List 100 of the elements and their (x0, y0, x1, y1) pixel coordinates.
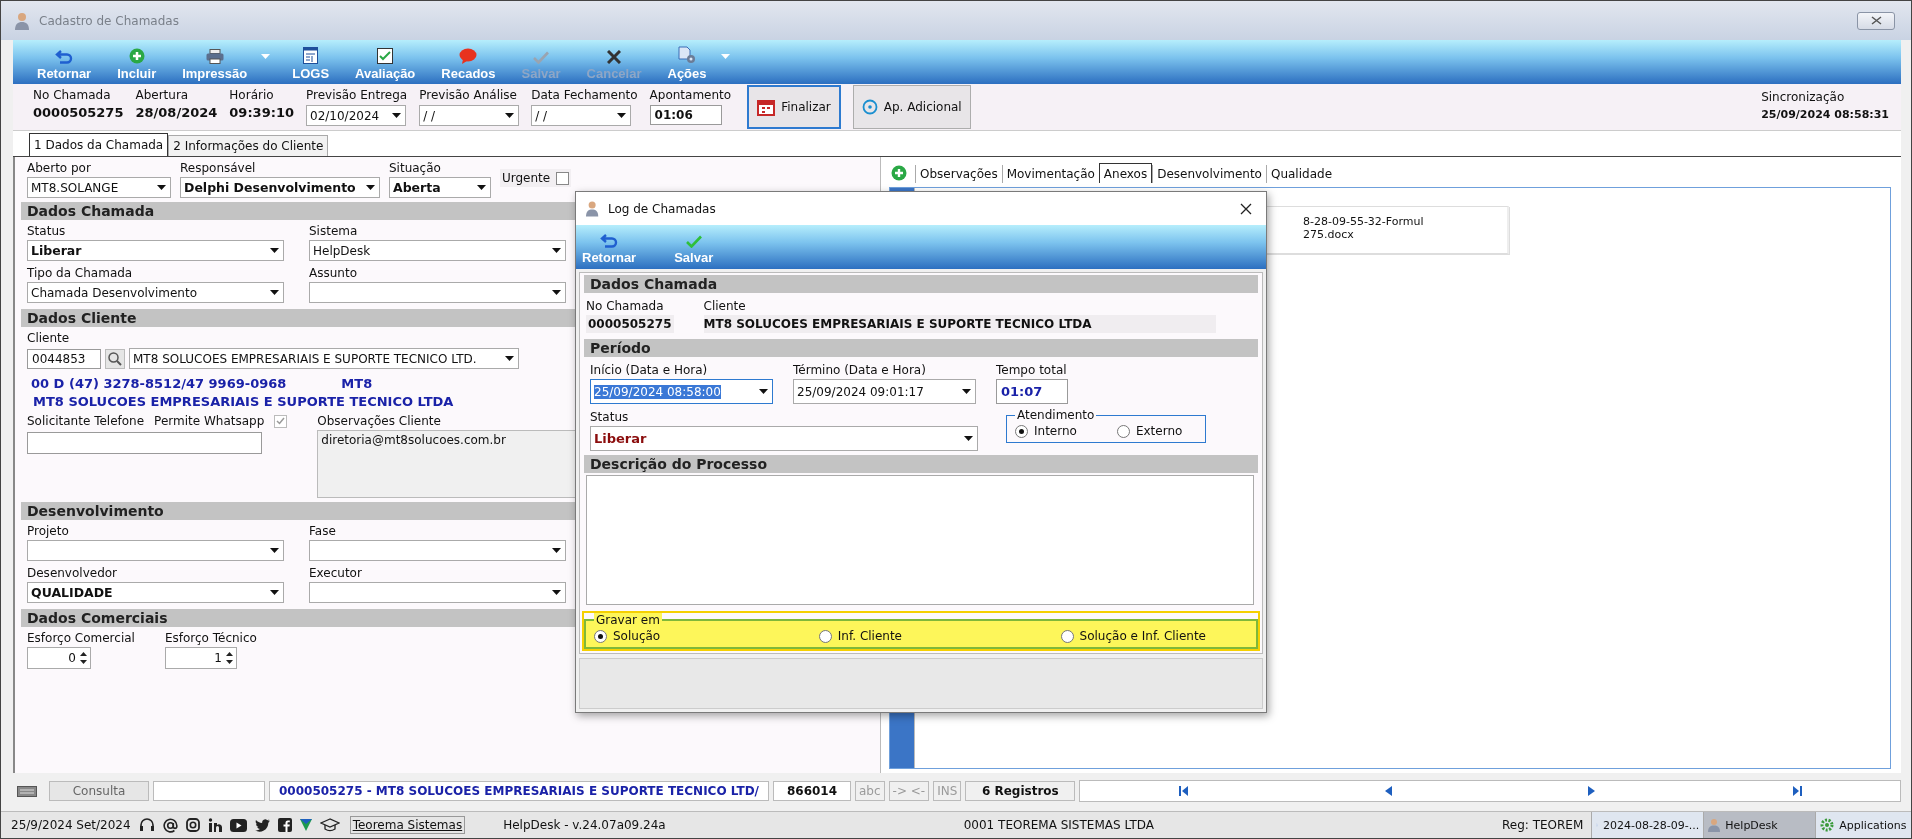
dropdown[interactable]: HelpDesk (309, 240, 566, 261)
printer-icon (205, 49, 224, 64)
status-indicator: INS (933, 781, 962, 801)
file-name: 275.docx (1303, 228, 1355, 241)
dropdown[interactable]: QUALIDADE (27, 582, 284, 603)
radio-button[interactable] (818, 629, 832, 643)
radio-option[interactable]: Interno (1015, 424, 1077, 438)
file-name: 8-28-09-55-32-Formul (1303, 215, 1425, 228)
caret-icon (505, 356, 514, 361)
dropdown[interactable]: MT8.SOLANGE (27, 177, 171, 198)
headset-icon[interactable] (138, 817, 155, 833)
tab[interactable]: 2 Informações do Cliente (168, 135, 329, 156)
section-header: Descrição do Processo (584, 455, 1258, 473)
close-icon (1240, 202, 1252, 215)
section-header: Período (584, 339, 1258, 357)
checkbox[interactable] (556, 171, 570, 185)
radio-option[interactable]: Solução (594, 629, 661, 643)
dropdown[interactable]: Aberta (389, 177, 491, 198)
bird-icon[interactable] (254, 818, 270, 832)
input-field[interactable]: 01:07 (996, 379, 1068, 404)
input-field[interactable] (27, 432, 262, 454)
search-icon (108, 351, 122, 366)
number-spinner[interactable]: 1 (164, 647, 237, 669)
field-label: Status (27, 224, 66, 238)
field-label: Urgente (502, 171, 551, 185)
field-label: Fase (309, 524, 336, 538)
camera-icon[interactable] (185, 818, 200, 832)
at-sign-icon[interactable] (162, 817, 178, 833)
radio-button[interactable] (1015, 424, 1028, 438)
search-button[interactable] (105, 348, 125, 369)
datetime-dropdown[interactable]: 25/09/2024 09:01:17 (793, 379, 976, 404)
dropdown[interactable]: Liberar (27, 240, 284, 261)
dropdown[interactable]: Liberar (590, 426, 978, 451)
status-indicator: abc (855, 781, 885, 801)
field-label: Situação (389, 161, 441, 175)
play-icon[interactable] (229, 818, 247, 832)
date-dropdown[interactable]: / / (531, 105, 632, 126)
user-icon (15, 11, 31, 30)
date-dropdown[interactable]: 02/10/2024 (306, 105, 406, 126)
radio-button[interactable] (1060, 629, 1074, 643)
caret-icon (505, 113, 515, 118)
first-icon (1178, 786, 1189, 796)
radio-button[interactable] (1116, 424, 1130, 438)
field-label: Assunto (309, 266, 357, 280)
user-icon (1708, 818, 1721, 832)
field-label: Cliente (27, 331, 70, 345)
radio-option[interactable]: Externo (1116, 424, 1183, 438)
field-label: Início (Data e Hora) (590, 363, 708, 377)
field-label: Esforço Comercial (27, 631, 135, 645)
tab[interactable]: 1 Dados da Chamada (29, 133, 169, 156)
field-value: MT8 SOLUCOES EMPRESARIAIS E SUPORTE TECNICO LTDA (703, 315, 1216, 333)
taskbar-button[interactable]: HelpDesk (1703, 812, 1816, 838)
dropdown[interactable]: Delphi Desenvolvimento (180, 177, 380, 198)
checkbox[interactable] (274, 414, 288, 428)
action-button[interactable]: Ap. Adicional (852, 85, 971, 129)
gear-icon (1820, 818, 1835, 832)
graduation-cap-icon[interactable] (319, 818, 340, 832)
action-button[interactable]: Finalizar (747, 85, 841, 129)
tab[interactable]: Anexos (1098, 163, 1153, 183)
field-value: 0000505275 (33, 105, 124, 120)
checkbox-label: Permite Whatsapp (154, 414, 265, 428)
dropdown[interactable]: Chamada Desenvolvimento (27, 282, 284, 303)
radio-option[interactable]: Inf. Cliente (818, 629, 902, 643)
version-text: HelpDesk - v.24.07a09.24a (503, 818, 666, 832)
document-gear-icon (678, 46, 696, 64)
registration-text: Reg: TEOREM (1502, 818, 1584, 832)
field-label: Término (Data e Hora) (793, 363, 926, 377)
input-field[interactable]: 0044853 (27, 348, 101, 369)
tab[interactable]: Observações (915, 165, 1002, 183)
field-value: 09:39:10 (229, 105, 294, 120)
add-button[interactable] (891, 165, 907, 181)
taskbar-button[interactable]: Applications (1815, 812, 1911, 838)
company-text: 0001 TEOREMA SISTEMAS LTDA (963, 818, 1154, 832)
return-arrow-icon (55, 50, 74, 64)
tab[interactable]: Desenvolvimento (1152, 165, 1266, 183)
caret-icon (270, 590, 279, 595)
status-record: 0000505275 - MT8 SOLUCOES EMPRESARIAIS E SUPORTE TECNICO LTD/ (269, 781, 769, 801)
caret-icon (477, 185, 486, 190)
square-f-icon[interactable] (277, 818, 292, 832)
tab[interactable]: Movimentação (1001, 165, 1099, 183)
caret-icon (270, 548, 279, 553)
date-dropdown[interactable]: / / (419, 105, 520, 126)
field-label: Tipo da Chamada (27, 266, 133, 280)
plus-icon (128, 48, 145, 64)
arrow-icon[interactable] (299, 819, 312, 831)
caret-icon (392, 113, 401, 118)
field-label: Esforço Técnico (164, 631, 257, 645)
input-field[interactable]: 01:06 (649, 105, 722, 125)
radio-button[interactable] (594, 629, 607, 643)
website-link[interactable]: Teorema Sistemas (349, 816, 466, 834)
datetime-dropdown[interactable]: 25/09/2024 08:58:00 (590, 379, 773, 404)
number-spinner[interactable]: 0 (27, 647, 91, 669)
sync-value: 25/09/2024 08:58:31 (1761, 108, 1889, 121)
dropdown[interactable]: MT8 SOLUCOES EMPRESARIAIS E SUPORTE TECNICO LTD. (129, 348, 519, 369)
tab[interactable]: Qualidade (1265, 165, 1336, 183)
field-label: Desenvolvedor (27, 566, 118, 580)
taskbar-button[interactable]: 2024-08-28-09-... (1591, 812, 1704, 838)
caret-icon (157, 185, 166, 190)
spinner-arrows-icon (80, 651, 87, 665)
sync-label: Sincronização (1761, 90, 1846, 104)
